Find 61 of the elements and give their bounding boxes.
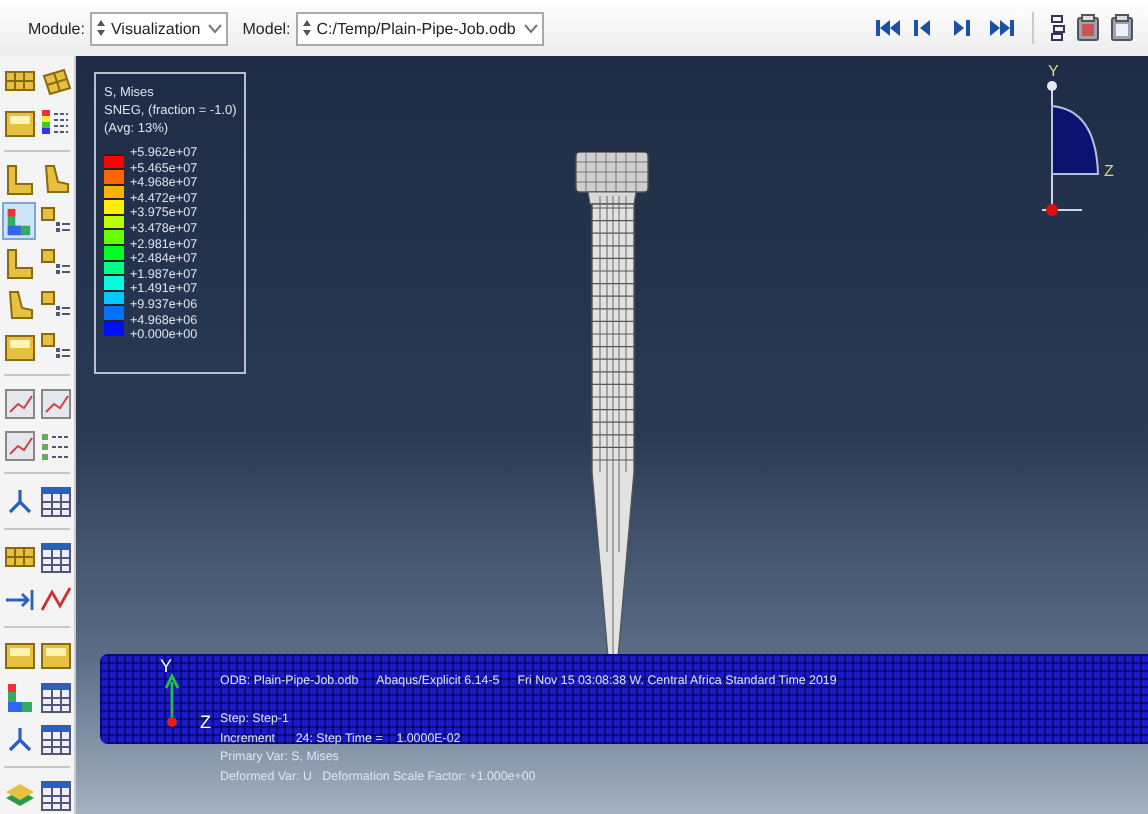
options-icon [39,247,71,279]
model-dropdown[interactable]: C:/Temp/Plain-Pipe-Job.odb [296,11,544,45]
tool-button[interactable] [2,426,36,464]
tool-button[interactable] [2,678,36,716]
contour-icon [4,205,34,237]
last-frame-icon[interactable] [990,18,1014,38]
tool-button[interactable] [38,538,72,576]
module-dropdown[interactable]: Visualization [90,11,229,45]
layers-icon [3,779,35,811]
grid-icon [3,65,35,97]
l-shape-icon [3,289,35,321]
combo-label: Module: [28,19,85,37]
caret-icon [208,23,223,33]
options-icon [39,331,71,363]
tool-button[interactable] [2,384,36,422]
axis-arrow-icon [162,672,182,728]
tool-button[interactable] [38,482,72,520]
table-icon [39,681,71,713]
spin-icon [302,18,313,38]
spin-icon [96,18,107,38]
tilted-grid-icon [39,65,71,97]
axis-label: Z [1104,162,1114,180]
tool-button[interactable] [38,776,72,814]
l-shape-icon [3,247,35,279]
grid-icon [3,331,35,363]
stack-icon[interactable] [1050,14,1066,42]
contour-icon [3,681,35,713]
plot-icon [39,387,71,419]
plot-icon [3,429,35,461]
clipboard-icon[interactable] [1076,14,1100,42]
options-icon [39,205,71,237]
tool-button[interactable] [38,678,72,716]
path-icon [39,583,71,615]
clipboard-icon[interactable] [1110,14,1134,42]
tool-button[interactable] [38,384,72,422]
list-icon [39,429,71,461]
legend-icon [39,107,71,139]
table-icon [39,485,71,517]
caret-icon [523,23,538,33]
plot-icon [3,387,35,419]
next-frame-icon[interactable] [952,18,976,38]
table-icon [39,541,71,573]
tool-button[interactable] [2,160,36,198]
tree-icon [3,485,35,517]
tool-button[interactable] [2,202,36,240]
l-shape-icon [3,163,35,195]
tree-icon [3,723,35,755]
tool-button[interactable] [2,244,36,282]
first-frame-icon[interactable] [876,18,900,38]
grid-icon [3,639,35,671]
l-shape-icon [39,163,71,195]
grid-icon [3,107,35,139]
axis-label: Y [1048,62,1059,80]
table-icon [39,723,71,755]
axis-label: Y [160,656,173,676]
combo-label: Model: [242,19,291,37]
tool-button[interactable] [38,720,72,758]
options-icon [39,289,71,321]
axis-label: Z [200,712,211,732]
grid-icon [39,639,71,671]
grid-icon [3,541,35,573]
